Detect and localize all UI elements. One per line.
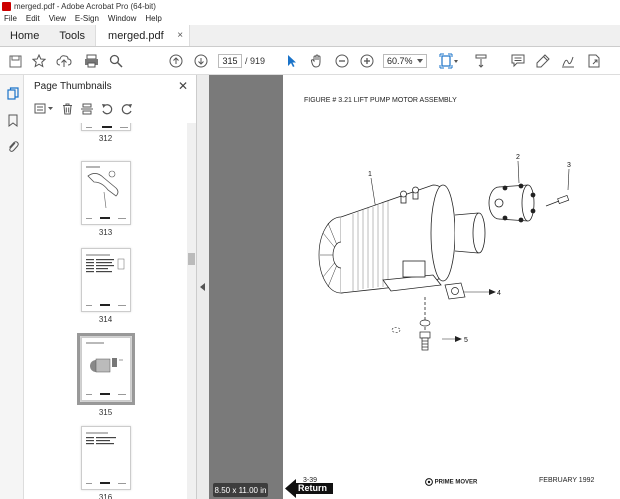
bookmark-star-icon[interactable] [30,52,48,70]
thumbnail-label: 314 [98,315,113,324]
thumbnail-page-image [80,123,131,131]
menu-view[interactable]: View [49,14,66,23]
print-icon[interactable] [82,52,100,70]
rotate-counterclockwise-icon[interactable] [101,103,113,118]
zoom-level-value: 60.7% [387,56,413,66]
zoom-out-icon[interactable] [333,52,351,70]
delete-page-icon[interactable] [62,103,73,118]
panel-header: Page Thumbnails [24,75,197,97]
insert-page-icon[interactable] [81,103,93,118]
callout-1: 1 [368,171,372,178]
thumbnail-page-image [80,248,131,312]
page-number-input[interactable]: 315 [218,54,242,68]
callout-5: 5 [464,337,468,344]
panel-title: Page Thumbnails [34,80,112,92]
scrollbar-thumb[interactable] [188,253,195,265]
collapse-panel-arrow-icon[interactable] [200,283,206,291]
lift-pump-motor-drawing: 1 2 3 4 5 [318,154,571,351]
page-thumbnails-panel: Page Thumbnails ✕ 312 313 314 315 316 [24,75,197,499]
thumbnail-selection-frame [76,333,135,405]
menu-edit[interactable]: Edit [26,14,40,23]
close-panel-icon[interactable]: ✕ [178,79,188,93]
thumbnails-scroll-area[interactable]: 312 313 314 315 316 [24,123,189,499]
menu-esign[interactable]: E-Sign [75,14,99,23]
callout-2: 2 [516,154,520,161]
thumbnail-page-image [80,337,131,401]
zoom-level-select[interactable]: 60.7% [383,54,427,68]
chevron-down-icon [417,59,423,63]
thumbnail-page-image [80,426,131,490]
bookmarks-icon[interactable] [6,114,19,127]
prime-mover-brand-text: PRIME MOVER [434,479,478,486]
tab-document[interactable]: merged.pdf × [95,25,191,46]
menu-file[interactable]: File [4,14,17,23]
scrolling-mode-icon[interactable] [472,52,490,70]
attachments-paperclip-icon[interactable] [6,140,19,153]
page-total: / 919 [245,56,266,66]
highlight-pen-icon[interactable] [534,52,552,70]
menu-window[interactable]: Window [108,14,136,23]
tab-tools[interactable]: Tools [49,25,95,46]
thumbnail-label: 316 [98,493,113,499]
sign-icon[interactable] [559,52,577,70]
return-button-label: Return [298,483,327,493]
search-icon[interactable] [107,52,125,70]
thumbnail-312[interactable]: 312 [24,123,187,143]
hand-tool-icon[interactable] [308,52,326,70]
panel-splitter[interactable] [197,75,209,499]
title-bar: merged.pdf - Adobe Acrobat Pro (64-bit) [0,0,620,12]
rotate-clockwise-icon[interactable] [121,103,133,118]
thumbnail-313[interactable]: 313 [24,161,187,237]
share-document-icon[interactable] [585,52,603,70]
callout-4: 4 [497,290,501,297]
thumbnail-label: 312 [98,134,113,143]
thumbnail-label: 313 [98,228,113,237]
thumbnail-label: 315 [98,408,113,417]
save-icon[interactable] [6,52,24,70]
next-page-icon[interactable] [192,52,210,70]
thumbnail-page-image [80,161,131,225]
navigation-rail [0,75,24,499]
menu-help[interactable]: Help [145,14,161,23]
cloud-upload-icon[interactable] [55,52,73,70]
thumbnail-316[interactable]: 316 [24,426,187,499]
tab-home[interactable]: Home [0,25,49,46]
comment-icon[interactable] [509,52,527,70]
prime-mover-logo-icon [425,478,433,486]
zoom-in-icon[interactable] [358,52,376,70]
tab-document-label: merged.pdf [108,29,164,42]
fit-page-icon[interactable] [438,52,460,70]
page-size-indicator: 8.50 x 11.00 in [213,483,268,497]
window-title: merged.pdf - Adobe Acrobat Pro (64-bit) [14,1,156,11]
return-button[interactable]: Return [285,479,333,498]
page-thumbnails-icon[interactable] [6,87,19,100]
acrobat-icon [2,1,11,11]
pdf-page: FIGURE # 3.21 LIFT PUMP MOTOR ASSEMBLY 1… [283,75,620,499]
thumbnails-scrollbar[interactable] [187,123,196,499]
tab-bar: Home Tools merged.pdf × [0,25,620,47]
toolbar: 315 / 919 60.7% [0,47,620,75]
page-footer-date: FEBRUARY 1992 [539,477,595,484]
thumbnail-314[interactable]: 314 [24,248,187,324]
select-cursor-icon[interactable] [283,52,301,70]
previous-page-icon[interactable] [167,52,185,70]
thumbnail-options-icon[interactable] [34,103,54,117]
close-tab-icon[interactable]: × [177,30,183,41]
panel-tools [24,100,197,120]
callout-3: 3 [567,162,571,169]
document-viewer[interactable]: FIGURE # 3.21 LIFT PUMP MOTOR ASSEMBLY 1… [209,75,620,499]
page-footer-brand: PRIME MOVER [425,478,477,486]
thumbnail-315-selected[interactable]: 315 [24,333,187,417]
menu-bar: File Edit View E-Sign Window Help [0,12,620,25]
